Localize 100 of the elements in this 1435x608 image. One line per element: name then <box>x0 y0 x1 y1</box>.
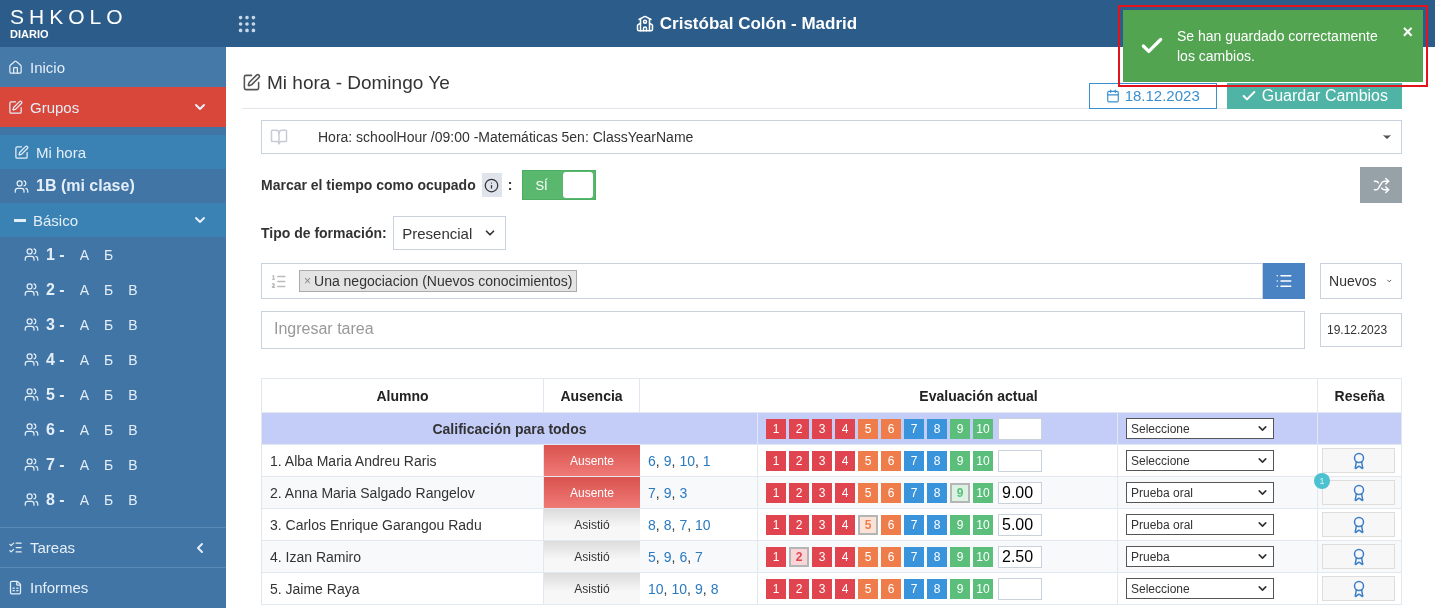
grade-button[interactable]: 6 <box>881 482 901 503</box>
grade-button[interactable]: 10 <box>973 482 993 503</box>
tag-remove[interactable]: × <box>304 274 311 288</box>
close-button[interactable]: × <box>1402 22 1413 43</box>
grade-input[interactable] <box>998 417 1042 440</box>
class-letter[interactable]: В <box>128 421 138 438</box>
grade-button[interactable]: 3 <box>812 418 832 439</box>
topic-type-select[interactable]: Nuevos <box>1320 263 1402 299</box>
evaluation-type-select[interactable]: Prueba <box>1126 546 1274 567</box>
grade-input[interactable]: 2.50 <box>998 545 1042 568</box>
hour-select[interactable]: Hora: schoolHour /09:00 -Matemáticas 5en: ClassYearName <box>261 120 1402 154</box>
review-button[interactable] <box>1322 512 1395 537</box>
grade-button[interactable]: 2 <box>789 578 809 599</box>
sidebar-item[interactable]: Grupos <box>0 87 226 127</box>
grade-button[interactable]: 8 <box>927 450 947 471</box>
grade-button[interactable]: 10 <box>973 578 993 599</box>
grade-button[interactable]: 7 <box>904 546 924 567</box>
mark-link[interactable]: 8 <box>648 516 656 533</box>
grade-button[interactable]: 3 <box>812 514 832 535</box>
sidebar-item[interactable]: Inicio <box>0 47 226 87</box>
attendance-button[interactable]: Asistió <box>544 541 640 572</box>
attendance-button[interactable]: Asistió <box>544 509 640 540</box>
grade-button[interactable]: 10 <box>973 450 993 471</box>
save-button[interactable]: Guardar Cambios <box>1226 82 1402 109</box>
mark-link[interactable]: 10 <box>695 516 711 533</box>
grade-button[interactable]: 9 <box>950 418 970 439</box>
class-letter[interactable]: В <box>128 281 138 298</box>
class-letter[interactable]: В <box>128 316 138 333</box>
mark-link[interactable]: 9 <box>694 580 703 597</box>
grade-button[interactable]: 4 <box>835 578 855 599</box>
class-letter[interactable]: А <box>79 421 89 438</box>
grade-button[interactable]: 3 <box>812 450 832 471</box>
class-letter[interactable]: А <box>79 351 89 368</box>
grade-button[interactable]: 8 <box>927 578 947 599</box>
grade-button[interactable]: 7 <box>904 514 924 535</box>
mark-link[interactable]: 3 <box>679 484 688 501</box>
class-letter[interactable]: А <box>79 386 89 403</box>
grade-button[interactable]: 7 <box>904 450 924 471</box>
class-letter[interactable]: В <box>128 456 138 473</box>
attendance-button[interactable]: Asistió <box>544 573 640 604</box>
review-button[interactable] <box>1322 480 1395 505</box>
grade-button[interactable]: 1 <box>766 450 786 471</box>
grade-input[interactable] <box>998 577 1042 600</box>
evaluation-type-select[interactable]: Seleccione <box>1126 418 1274 439</box>
grade-button[interactable]: 10 <box>973 514 993 535</box>
grade-button[interactable]: 5 <box>858 450 878 471</box>
review-button[interactable] <box>1322 544 1395 569</box>
class-letter[interactable]: Б <box>104 351 114 368</box>
sidebar-item[interactable]: Mi hora <box>0 135 226 169</box>
evaluation-type-select[interactable]: Prueba oral <box>1126 514 1274 535</box>
grade-button[interactable]: 4 <box>835 514 855 535</box>
grade-button[interactable]: 6 <box>881 514 901 535</box>
class-letter[interactable]: Б <box>104 421 114 438</box>
grade-button[interactable]: 5 <box>858 482 878 503</box>
grade-input[interactable] <box>998 449 1042 472</box>
grade-button[interactable]: 5 <box>858 514 878 535</box>
class-letter[interactable]: Б <box>104 316 114 333</box>
mark-link[interactable]: 10 <box>679 452 695 469</box>
evaluation-type-select[interactable]: Seleccione <box>1126 578 1274 599</box>
class-letter[interactable]: В <box>128 351 138 368</box>
grade-button[interactable]: 2 <box>789 450 809 471</box>
grade-button[interactable]: 1 <box>766 482 786 503</box>
grade-input[interactable]: 5.00 <box>998 513 1042 536</box>
mark-link[interactable]: 1 <box>702 452 711 469</box>
grade-button[interactable]: 9 <box>950 578 970 599</box>
class-letter[interactable]: Б <box>104 491 114 508</box>
grade-button[interactable]: 4 <box>835 546 855 567</box>
class-letter[interactable]: А <box>79 456 89 473</box>
info-button[interactable] <box>481 173 502 197</box>
grade-button[interactable]: 4 <box>835 482 855 503</box>
sidebar-item[interactable]: Básico <box>0 203 226 237</box>
grade-button[interactable]: 4 <box>835 450 855 471</box>
grade-button[interactable]: 6 <box>881 418 901 439</box>
grade-button[interactable]: 2 <box>789 514 809 535</box>
grade-button[interactable]: 1 <box>766 418 786 439</box>
attendance-button[interactable]: Ausente <box>544 445 640 476</box>
grade-button[interactable]: 6 <box>881 546 901 567</box>
mark-link[interactable]: 7 <box>679 516 688 533</box>
mark-link[interactable]: 7 <box>648 484 656 501</box>
grade-button[interactable]: 7 <box>904 578 924 599</box>
list-button[interactable] <box>1263 263 1305 299</box>
class-letter[interactable]: В <box>128 386 138 403</box>
grade-button[interactable]: 4 <box>835 418 855 439</box>
grade-button[interactable]: 1 <box>766 578 786 599</box>
grade-button[interactable]: 5 <box>858 546 878 567</box>
evaluation-type-select[interactable]: Seleccione <box>1126 450 1274 471</box>
grade-button[interactable]: 3 <box>812 578 832 599</box>
grade-button[interactable]: 1 <box>766 514 786 535</box>
review-button[interactable] <box>1322 448 1395 473</box>
mark-link[interactable]: 5 <box>648 548 656 565</box>
class-letter[interactable]: Б <box>104 281 114 298</box>
grade-button[interactable]: 2 <box>789 482 809 503</box>
grade-button[interactable]: 3 <box>812 482 832 503</box>
mark-link[interactable]: 8 <box>710 580 719 597</box>
grade-button[interactable]: 3 <box>812 546 832 567</box>
grade-button[interactable]: 9 <box>950 450 970 471</box>
class-letter[interactable]: А <box>79 491 89 508</box>
grade-input[interactable]: 9.00 <box>998 481 1042 504</box>
grade-button[interactable]: 6 <box>881 578 901 599</box>
grade-button[interactable]: 10 <box>973 418 993 439</box>
